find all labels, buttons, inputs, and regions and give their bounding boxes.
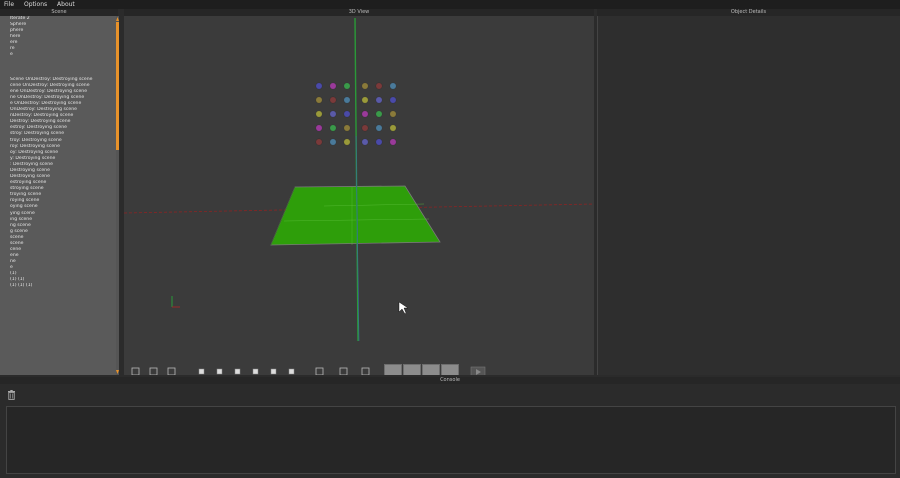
viewport-3d[interactable] — [124, 16, 594, 375]
trash-icon[interactable] — [7, 390, 16, 400]
scene-object — [389, 124, 397, 132]
scene-object — [329, 82, 337, 90]
scene-object — [329, 124, 337, 132]
ground-plane — [270, 185, 441, 246]
console-title-bar: Console — [0, 377, 900, 384]
console-output[interactable] — [6, 406, 896, 474]
view-right-icon[interactable] — [250, 366, 261, 375]
scene-object — [329, 110, 337, 118]
axes-icon[interactable] — [130, 366, 141, 375]
scene-object — [329, 138, 337, 146]
scene-object — [343, 82, 351, 90]
target-icon[interactable] — [166, 366, 177, 375]
scene-object — [315, 138, 323, 146]
scroll-down-icon[interactable] — [116, 369, 119, 375]
scene-object — [361, 110, 369, 118]
view-bottom-icon[interactable] — [286, 366, 297, 375]
menu-bar: File Options About — [0, 0, 900, 9]
scene-list-item[interactable]: (1) (1) (1) — [0, 283, 118, 289]
scene-object — [375, 124, 383, 132]
scene-object — [361, 96, 369, 104]
scene-object — [343, 96, 351, 104]
camera-icon[interactable] — [338, 366, 349, 375]
scene-object — [389, 110, 397, 118]
object-details-panel — [597, 16, 900, 375]
scene-object — [389, 82, 397, 90]
scene-render — [124, 17, 594, 342]
scene-object — [343, 110, 351, 118]
view-front-icon[interactable] — [196, 366, 207, 375]
console-title: Console — [0, 377, 900, 384]
scene-object — [361, 124, 369, 132]
scene-object — [329, 96, 337, 104]
scene-object — [375, 82, 383, 90]
menu-options[interactable]: Options — [20, 0, 51, 9]
scene-object — [375, 110, 383, 118]
details-panel-title: Object Details — [597, 9, 900, 16]
toolbar-grey-button-1[interactable] — [384, 364, 402, 375]
scene-list[interactable]: Iterate 2 Sphere phere here ere re e Scene OnD… — [0, 16, 118, 375]
scene-object — [389, 138, 397, 146]
scene-scrollbar[interactable] — [116, 16, 119, 375]
scene-object — [343, 138, 351, 146]
ruler-icon[interactable] — [148, 366, 159, 375]
view-panel-title: 3D View — [124, 9, 594, 16]
menu-file[interactable]: File — [0, 0, 18, 9]
scrollbar-thumb[interactable] — [116, 22, 119, 150]
fullscreen-icon[interactable] — [314, 366, 325, 375]
scene-object — [315, 124, 323, 132]
scene-object — [315, 82, 323, 90]
play-icon[interactable] — [470, 366, 486, 375]
toolbar-grey-button-3[interactable] — [422, 364, 440, 375]
toolbar-grey-button-2[interactable] — [403, 364, 421, 375]
scene-object — [389, 96, 397, 104]
view-top-icon[interactable] — [268, 366, 279, 375]
view-left-icon[interactable] — [232, 366, 243, 375]
mouse-cursor-icon — [398, 301, 409, 315]
menu-about[interactable]: About — [53, 0, 79, 9]
scene-object — [315, 96, 323, 104]
grid-toggle-icon[interactable] — [360, 366, 371, 375]
scene-object — [361, 138, 369, 146]
scene-object — [315, 110, 323, 118]
toolbar-grey-button-4[interactable] — [441, 364, 459, 375]
scene-panel-title: Scene — [0, 9, 118, 16]
scene-object — [375, 138, 383, 146]
scene-object — [343, 124, 351, 132]
scene-object — [375, 96, 383, 104]
scroll-up-icon[interactable] — [116, 16, 119, 22]
scene-object — [361, 82, 369, 90]
view-back-icon[interactable] — [214, 366, 225, 375]
